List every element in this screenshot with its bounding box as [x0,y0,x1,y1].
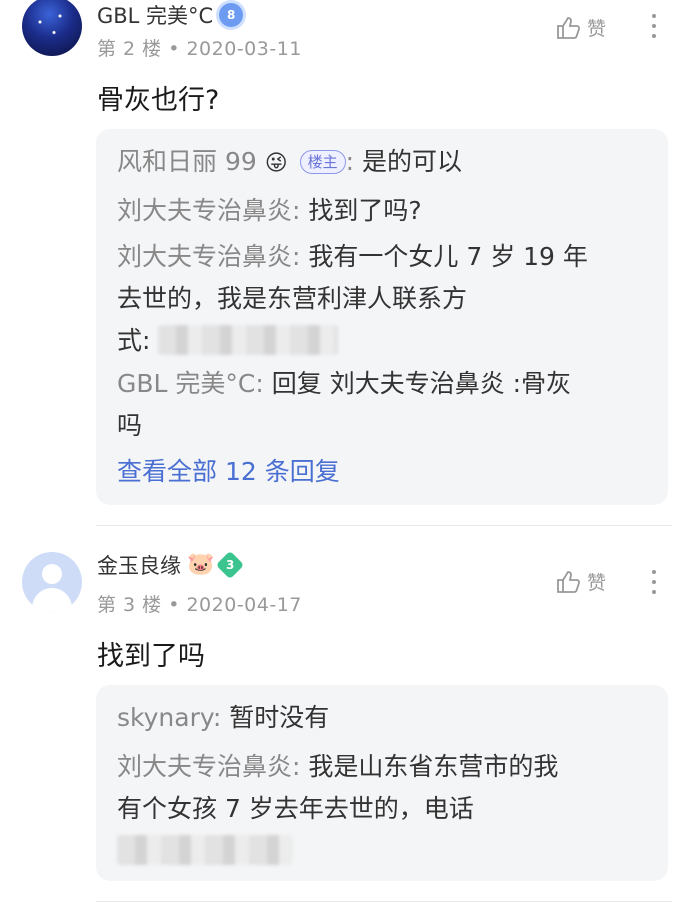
reply-text-line: 吗 [117,411,143,440]
thumbs-up-icon [555,15,581,41]
reply-author[interactable]: 刘大夫专治鼻炎 [117,242,292,271]
like-button[interactable]: 赞 [555,14,606,41]
reply-text: 我是山东省东营市的我 [308,752,559,781]
post-header: GBL 完美°C 8 [97,0,244,30]
reply-item[interactable]: 刘大夫专治鼻炎: 我是山东省东营市的我 有个女孩 7 岁去年去世的，电话 [117,746,647,872]
post-date: 2020-04-17 [186,594,302,616]
username[interactable]: 金玉良缘 [97,550,181,580]
reply-text: 是的可以 [362,147,463,176]
more-options-icon[interactable] [647,14,661,38]
floor-number: 第 2 楼 [97,38,162,60]
avatar-body-shape [32,588,72,612]
like-button[interactable]: 赞 [555,568,606,595]
reply-item[interactable]: skynary: 暂时没有 [117,697,647,739]
reply-text-line: 去世的，我是东营利津人联系方 [117,284,468,313]
reply-text: 暂时没有 [229,703,330,732]
post-meta: 第 3 楼 • 2020-04-17 [97,590,302,617]
like-label: 赞 [587,572,607,594]
like-label: 赞 [587,18,607,40]
divider [96,525,672,526]
reply-list: skynary: 暂时没有 刘大夫专治鼻炎: 我是山东省东营市的我 有个女孩 7… [96,685,668,881]
avatar[interactable] [22,552,82,612]
reply-text-line: 有个女孩 7 岁去年去世的，电话 [117,794,474,823]
reply-list: 风和日丽 99 😜 楼主: 是的可以 刘大夫专治鼻炎: 找到了吗? 刘大夫专治鼻… [96,129,668,505]
reply-author[interactable]: 风和日丽 99 [117,147,257,176]
reply-text-line: 式: [117,326,151,355]
avatar[interactable] [22,0,82,56]
comment-text: 骨灰也行? [97,85,220,116]
more-options-icon[interactable] [647,570,661,594]
meta-dot: • [168,594,187,616]
reply-author[interactable]: GBL 完美°C [117,369,255,398]
view-all-replies-link[interactable]: 查看全部 12 条回复 [117,452,340,488]
reply-text: 找到了吗? [308,196,422,225]
reply-text: 回复 刘大夫专治鼻炎 :骨灰 [271,369,572,398]
floor-number: 第 3 楼 [97,594,162,616]
reply-item[interactable]: GBL 完美°C: 回复 刘大夫专治鼻炎 :骨灰 吗 [117,363,647,447]
reply-item[interactable]: 刘大夫专治鼻炎: 我有一个女儿 7 岁 19 年 去世的，我是东营利津人联系方 … [117,236,647,362]
thumbs-up-icon [555,569,581,595]
pig-emoji: 🐷 [187,552,215,577]
reply-author[interactable]: 刘大夫专治鼻炎 [117,196,292,225]
redacted-phone [158,325,339,355]
redacted-phone [117,835,293,865]
reply-item[interactable]: 风和日丽 99 😜 楼主: 是的可以 [117,141,647,183]
reply-text: 我有一个女儿 7 岁 19 年 [308,242,588,271]
reply-item[interactable]: 刘大夫专治鼻炎: 找到了吗? [117,190,647,232]
divider [96,901,672,902]
level-badge: 8 [219,3,244,27]
username[interactable]: GBL 完美°C [97,0,213,30]
post-date: 2020-03-11 [186,38,302,60]
avatar-head-shape [42,564,62,584]
comment-page: GBL 完美°C 8 第 2 楼 • 2020-03-11 赞 骨灰也行? 风和… [0,0,690,905]
post-meta: 第 2 楼 • 2020-03-11 [97,34,302,61]
emoji: 😜 [264,151,288,176]
reply-author[interactable]: 刘大夫专治鼻炎 [117,752,292,781]
post-header: 金玉良缘 🐷 3 [97,550,245,580]
meta-dot: • [168,38,187,60]
op-tag: 楼主 [299,150,346,174]
comment-text: 找到了吗 [97,641,205,672]
level-badge: 3 [216,550,245,580]
reply-author[interactable]: skynary [117,703,213,732]
